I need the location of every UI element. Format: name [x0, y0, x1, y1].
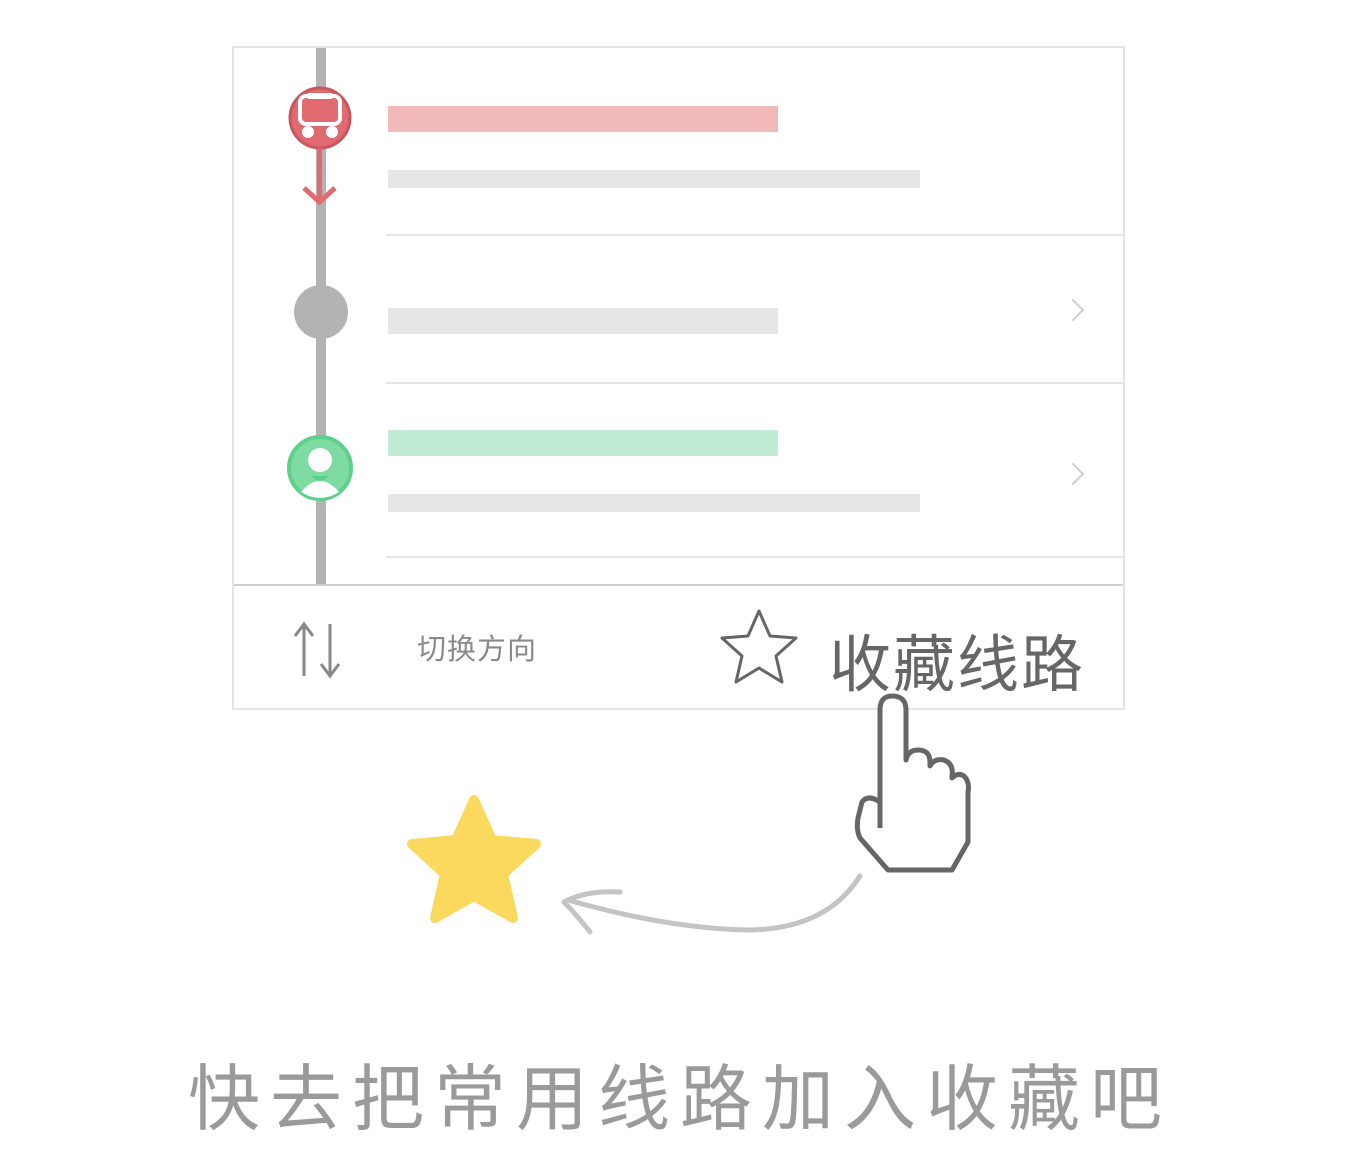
switch-direction-button[interactable]: 切换方向 [417, 626, 537, 668]
route-step-stop[interactable] [234, 236, 1123, 384]
star-outline-icon[interactable] [720, 608, 800, 688]
bus-subtitle-placeholder [388, 170, 920, 188]
stop-dot-icon [294, 285, 348, 339]
chevron-right-icon[interactable] [1061, 298, 1085, 322]
person-icon [287, 435, 353, 501]
favorite-star-icon [407, 795, 541, 923]
divider [386, 556, 1123, 558]
chevron-right-icon[interactable] [1061, 462, 1085, 486]
walk-title-placeholder [388, 430, 778, 456]
route-step-walk[interactable] [234, 384, 1123, 558]
bus-icon [288, 86, 352, 206]
bottom-action-bar: 切换方向 收藏线路 [234, 584, 1123, 710]
bus-title-placeholder [388, 106, 778, 132]
caption-text: 快去把常用线路加入收藏吧 [187, 1057, 1172, 1141]
walk-subtitle-placeholder [388, 494, 920, 512]
hand-pointer-icon [854, 693, 971, 873]
stop-title-placeholder [388, 308, 778, 334]
route-card: 切换方向 收藏线路 [232, 46, 1125, 710]
curved-arrow-icon [561, 873, 863, 935]
route-step-bus [234, 48, 1123, 236]
favorite-route-button[interactable]: 收藏线路 [829, 614, 1085, 704]
swap-direction-icon[interactable] [290, 620, 350, 684]
